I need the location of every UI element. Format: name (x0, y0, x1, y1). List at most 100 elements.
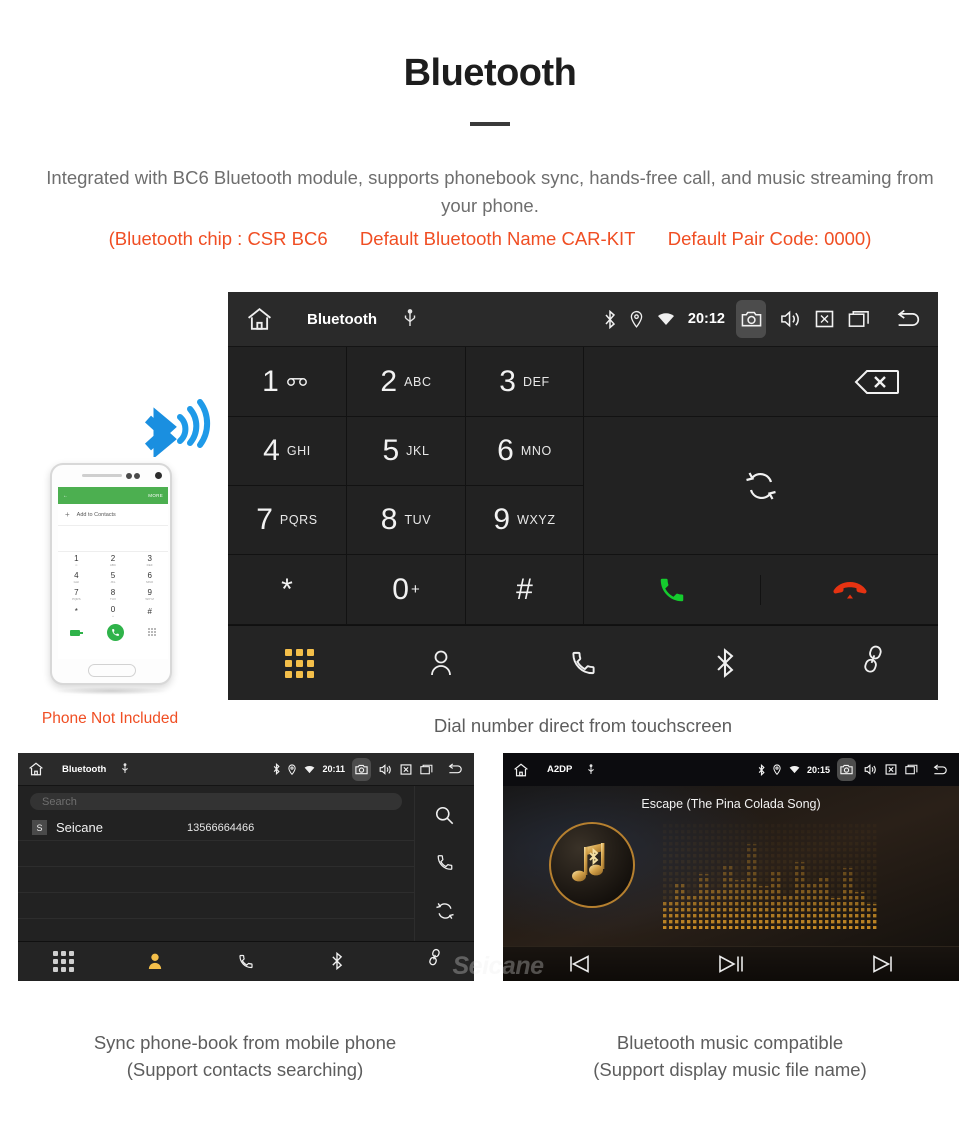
dialer-screen: Bluetooth 20:12 1 2 ABC 3 DEF 4 GHI 5 JK… (228, 292, 938, 700)
home-icon[interactable] (28, 762, 44, 776)
key-0-digit: 0 (392, 572, 409, 606)
contact-initial: S (32, 820, 47, 835)
volume-icon[interactable] (379, 763, 392, 775)
close-box-icon[interactable] (815, 310, 834, 328)
back-icon[interactable] (446, 763, 464, 775)
nav-item-contacts[interactable] (370, 649, 512, 677)
backspace-button[interactable] (584, 347, 938, 417)
phone-key: * (74, 606, 78, 616)
volume-icon[interactable] (864, 764, 877, 775)
phone-front-camera (155, 472, 162, 479)
next-button[interactable] (807, 955, 959, 973)
call-history-icon (570, 649, 597, 677)
equalizer-visualization (663, 824, 878, 929)
link-icon (853, 645, 882, 678)
recents-icon[interactable] (905, 764, 918, 775)
phone-sensor-dot-1 (126, 472, 132, 479)
nav-item-pair-link[interactable] (383, 948, 474, 970)
nav-item-contacts[interactable] (109, 952, 200, 970)
call-icon[interactable] (436, 853, 454, 872)
key-star[interactable]: * (228, 555, 347, 625)
contact-row[interactable]: S Seicane 13566664466 (18, 815, 414, 841)
spec-line: (Bluetooth chip : CSR BC6 Default Blueto… (10, 228, 970, 250)
key-1[interactable]: 1 (228, 347, 347, 417)
sync-icon[interactable] (435, 901, 455, 921)
key-0[interactable]: 0 + (347, 555, 466, 625)
dialer-status-bar: Bluetooth 20:12 (228, 292, 938, 347)
key-hash[interactable]: # (466, 555, 584, 625)
key-4[interactable]: 4 GHI (228, 417, 347, 486)
recents-icon[interactable] (420, 764, 433, 775)
key-5[interactable]: 5 JKL (347, 417, 466, 486)
usb-icon (587, 763, 595, 776)
key-star-digit: * (281, 572, 293, 606)
phone-key: 8 TUV (109, 587, 116, 601)
key-2[interactable]: 2 ABC (347, 347, 466, 417)
phone-body: ← MORE + Add to Contacts 1 ∞ 2 ABC 3 DEF 4G… (50, 463, 172, 685)
phonebook-caption-line1: Sync phone-book from mobile phone (93, 1032, 397, 1053)
key-7[interactable]: 7 PQRS (228, 486, 347, 555)
phonebook-caption-line2: (Support contacts searching) (126, 1059, 364, 1080)
back-icon[interactable] (893, 309, 923, 329)
close-box-icon[interactable] (885, 764, 897, 775)
wifi-icon (657, 312, 675, 326)
bluetooth-signal-icon (120, 395, 230, 459)
phonebook-status-bar: Bluetooth 20:11 (18, 753, 474, 786)
close-box-icon[interactable] (400, 763, 412, 775)
phone-screen: ← MORE + Add to Contacts 1 ∞ 2 ABC 3 DEF 4G… (58, 487, 168, 659)
key-5-digit: 5 (382, 434, 400, 467)
phone-call-button (107, 624, 124, 641)
phonebook-bottom-nav (18, 941, 474, 980)
play-pause-button[interactable] (655, 955, 807, 973)
key-8[interactable]: 8 TUV (347, 486, 466, 555)
nav-item-bluetooth[interactable] (654, 648, 796, 678)
phone-action-row (58, 620, 168, 645)
phone-speaker (82, 474, 122, 477)
phone-sensor-dot-2 (134, 472, 140, 479)
phone-add-contact-label: Add to Contacts (76, 511, 116, 518)
home-icon[interactable] (246, 307, 273, 331)
key-1-digit: 1 (262, 364, 279, 398)
contacts-list: Search S Seicane 13566664466 (18, 786, 414, 941)
camera-icon[interactable] (352, 757, 371, 781)
dialer-keypad: 1 2 ABC 3 DEF 4 GHI 5 JKL 6 MNO 7 PQRS 8… (228, 347, 938, 625)
usb-icon (403, 309, 417, 329)
phone-mockup: ← MORE + Add to Contacts 1 ∞ 2 ABC 3 DEF 4G… (38, 395, 211, 735)
phone-appbar: ← MORE (58, 487, 168, 504)
call-history-icon (238, 953, 254, 970)
voicemail-icon (286, 375, 312, 389)
phone-shadow (54, 687, 168, 695)
hangup-icon (832, 579, 867, 601)
phone-keypad: 1 ∞ 2 ABC 3 DEF 4 GHI 5 JKL 6 MNO 7 PQRS 8 TUV 9… (58, 552, 168, 620)
key-6[interactable]: 6 MNO (466, 417, 584, 486)
nav-item-pair-link[interactable] (796, 645, 938, 678)
volume-icon[interactable] (780, 310, 801, 328)
phone-key: 4 GHI (73, 570, 79, 584)
camera-icon[interactable] (736, 300, 766, 338)
nav-item-bluetooth[interactable] (292, 952, 383, 970)
search-input[interactable]: Search (30, 793, 402, 810)
nav-item-call-history[interactable] (200, 953, 291, 970)
previous-button[interactable] (503, 955, 655, 973)
dialer-status-title: Bluetooth (307, 310, 377, 328)
music-controls (503, 946, 959, 981)
nav-item-call-history[interactable] (512, 649, 654, 677)
search-icon[interactable] (435, 806, 454, 825)
page-description: Integrated with BC6 Bluetooth module, su… (46, 167, 934, 216)
music-caption-line2: (Support display music file name) (593, 1059, 867, 1080)
nav-item-keypad[interactable] (18, 950, 109, 972)
hangup-button[interactable] (761, 579, 938, 601)
call-button[interactable] (584, 574, 761, 605)
back-icon[interactable] (931, 763, 949, 776)
music-status-title: A2DP (547, 764, 573, 775)
recents-icon[interactable] (848, 310, 870, 328)
sync-button[interactable] (584, 417, 938, 555)
key-9[interactable]: 9 WXYZ (466, 486, 584, 555)
key-3[interactable]: 3 DEF (466, 347, 584, 417)
bluetooth-icon (604, 309, 616, 329)
wifi-icon (304, 765, 315, 774)
home-icon[interactable] (513, 762, 529, 777)
nav-item-keypad[interactable] (228, 648, 370, 678)
key-2-digit: 2 (380, 364, 398, 398)
camera-icon[interactable] (837, 758, 856, 781)
